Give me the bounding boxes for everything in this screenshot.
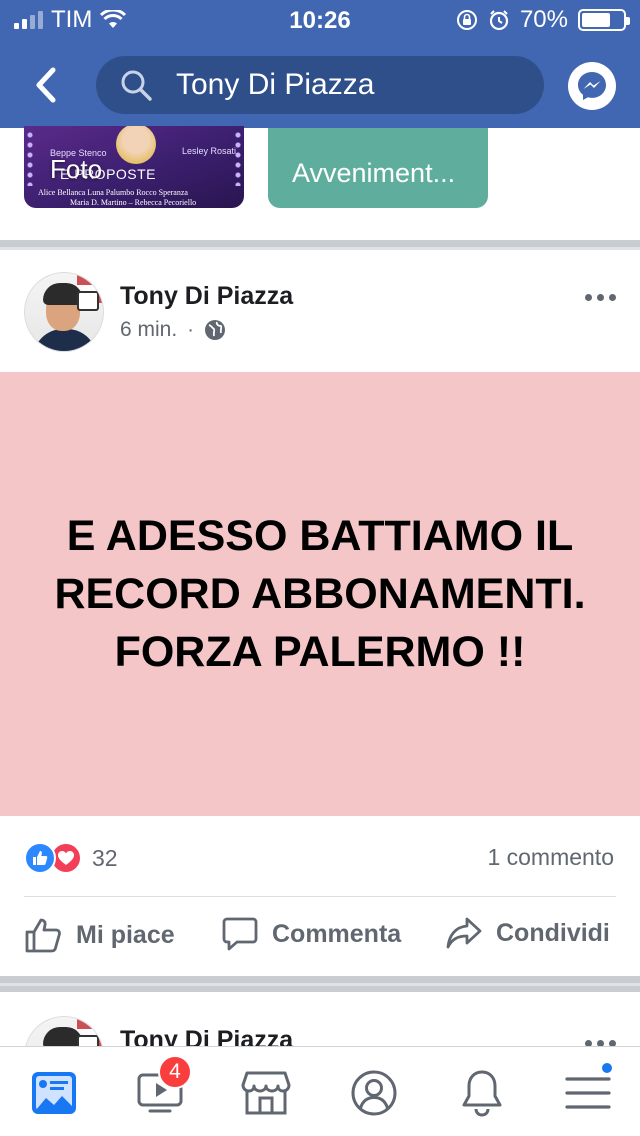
thumbs-up-icon: [25, 918, 61, 953]
avvenimenti-card[interactable]: Avveniment...: [268, 128, 488, 208]
nav-news-feed[interactable]: [26, 1065, 82, 1121]
messenger-icon: [578, 72, 606, 100]
post-author[interactable]: Tony Di Piazza: [120, 282, 293, 311]
reactions-summary[interactable]: 32: [24, 842, 118, 874]
avvenimenti-label: Avveniment...: [292, 158, 456, 188]
post-time[interactable]: 6 min.: [120, 318, 177, 342]
status-right: 70%: [456, 6, 630, 34]
post-actions: Mi piace Commenta Condividi: [0, 900, 640, 974]
comment-icon: [222, 917, 258, 951]
nav-notifications[interactable]: [454, 1065, 510, 1121]
foto-card[interactable]: Beppe Stenco Lesley Rosati E PROPOSTE Al…: [24, 126, 244, 208]
status-bar: TIM 10:26 70%: [0, 0, 640, 40]
messenger-button[interactable]: [568, 62, 616, 110]
avatar[interactable]: [24, 272, 104, 352]
foto-card-decoration-left: [26, 130, 34, 186]
section-separator: [0, 240, 640, 250]
battery-fill: [582, 13, 610, 27]
rotation-lock-icon: [456, 10, 477, 30]
nav-watch[interactable]: 4: [132, 1055, 192, 1121]
reactions-count: 32: [92, 844, 118, 871]
more-dot: [597, 294, 604, 301]
post-meta: 6 min. ·: [120, 318, 226, 342]
meta-separator: ·: [187, 318, 194, 341]
like-label: Mi piace: [76, 920, 175, 949]
more-dot: [609, 294, 616, 301]
share-icon: [446, 917, 482, 949]
like-button[interactable]: Mi piace: [24, 916, 175, 954]
search-bar[interactable]: Tony Di Piazza: [96, 56, 544, 114]
foto-names-line1: Alice Bellanca Luna Palumbo Rocco Speran…: [38, 188, 188, 197]
back-button[interactable]: [26, 62, 66, 108]
notifications-icon: [462, 1070, 502, 1117]
watch-badge: 4: [158, 1055, 192, 1089]
top-bar: TIM 10:26 70% Tony Di Piazza: [0, 0, 640, 128]
comments-count[interactable]: 1 commento: [487, 844, 614, 871]
news-feed-icon: [32, 1072, 76, 1114]
profile-icon: [351, 1070, 397, 1116]
post-header: Tony Di Piazza 6 min. ·: [0, 250, 640, 370]
foto-names-line2: Maria D. Martino – Rebecca Pecoriello: [70, 198, 197, 207]
post-stats: 32 1 commento: [0, 830, 640, 886]
avatar-logo: [77, 291, 99, 311]
battery-icon: [578, 9, 630, 31]
nav-menu[interactable]: [560, 1061, 616, 1121]
more-dot: [585, 294, 592, 301]
share-label: Condividi: [496, 918, 610, 947]
nav-profile[interactable]: [346, 1065, 402, 1121]
foto-card-image: [116, 126, 156, 164]
foto-label: Foto: [50, 154, 103, 184]
share-button[interactable]: Condividi: [446, 916, 610, 950]
foto-caption-right: Lesley Rosati: [182, 146, 237, 156]
avatar-suit: [33, 329, 97, 351]
comment-button[interactable]: Commenta: [222, 916, 401, 952]
menu-icon: [565, 1077, 611, 1109]
like-reaction-icon: [24, 842, 56, 874]
battery-percent: 70%: [519, 6, 568, 33]
alarm-icon: [489, 10, 509, 31]
foto-card-decoration-right: [234, 130, 242, 186]
search-icon: [118, 67, 154, 103]
actions-divider: [24, 896, 616, 897]
search-text[interactable]: Tony Di Piazza: [176, 68, 374, 102]
chevron-left-icon: [36, 67, 56, 103]
marketplace-icon: [241, 1071, 291, 1115]
profile-shortcuts: Beppe Stenco Lesley Rosati E PROPOSTE Al…: [0, 126, 640, 240]
nav-marketplace[interactable]: [238, 1065, 294, 1121]
post-text: E ADESSO BATTIAMO IL RECORD ABBONAMENTI.…: [54, 512, 586, 676]
post-content: E ADESSO BATTIAMO IL RECORD ABBONAMENTI.…: [0, 372, 640, 816]
comment-label: Commenta: [272, 919, 402, 948]
menu-notification-dot: [600, 1061, 614, 1075]
bottom-navigation: 4: [0, 1046, 640, 1136]
globe-icon: [204, 320, 225, 340]
section-separator: [0, 976, 640, 992]
post-options-button[interactable]: [585, 294, 616, 301]
